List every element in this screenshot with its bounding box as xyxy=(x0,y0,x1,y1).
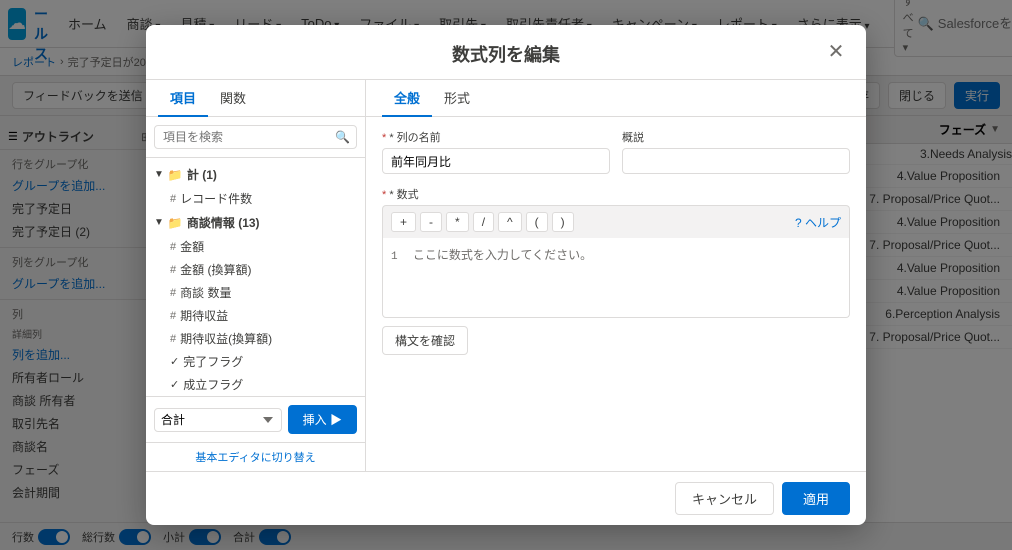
formula-multiply[interactable]: * xyxy=(446,212,469,232)
folder-icon-deal: 📁 xyxy=(168,216,183,230)
modal-search-bar: 🔍 xyxy=(146,117,365,158)
field-amount-converted-label: 金額 (換算額) xyxy=(180,261,251,278)
modal-close-button[interactable]: ✕ xyxy=(822,37,850,65)
field-expected-revenue[interactable]: # 期待収益 xyxy=(146,304,365,327)
form-col-desc: 概説 xyxy=(622,129,850,174)
tab-general[interactable]: 全般 xyxy=(382,80,432,117)
field-expected-revenue-conv-label: 期待収益(換算額) xyxy=(180,330,272,347)
field-amount-converted[interactable]: # 金額 (換算額) xyxy=(146,258,365,281)
field-group-deal-info[interactable]: ▼ 📁 商談情報 (13) xyxy=(146,210,365,235)
modal-footer: キャンセル 適用 xyxy=(146,471,866,525)
insert-button[interactable]: 挿入 ▶ xyxy=(288,405,357,434)
field-group-count[interactable]: ▼ 📁 計 (1) xyxy=(146,162,365,187)
field-record-count-label: レコード件数 xyxy=(180,190,252,207)
field-complete-flag[interactable]: ✓ 完了フラグ xyxy=(146,350,365,373)
field-search-input[interactable] xyxy=(154,125,357,149)
modal-right-body: * * 列の名前 概説 * * 数式 xyxy=(366,117,866,471)
field-expected-revenue-conv[interactable]: # 期待収益(換算額) xyxy=(146,327,365,350)
formula-divide[interactable]: / xyxy=(473,212,494,232)
verify-button[interactable]: 構文を確認 xyxy=(382,326,468,355)
tab-format[interactable]: 形式 xyxy=(432,80,482,117)
cancel-button[interactable]: キャンセル xyxy=(675,482,774,515)
field-amount-label: 金額 xyxy=(180,238,204,255)
description-input[interactable] xyxy=(622,148,850,174)
formula-editor[interactable]: 1 ここに数式を入力してください。 xyxy=(382,238,850,318)
modal-body: 項目 関数 🔍 ▼ 📁 計 (1) # レコード件数 xyxy=(146,80,866,471)
field-search-icon: 🔍 xyxy=(335,130,350,144)
formula-label: * * 数式 xyxy=(382,186,850,202)
field-won-flag-label: 成立フラグ xyxy=(183,376,243,393)
field-expected-revenue-label: 期待収益 xyxy=(180,307,228,324)
folder-icon-count: 📁 xyxy=(168,168,183,182)
modal-left-footer: 合計 平均 最大 最小 件数 挿入 ▶ xyxy=(146,396,365,442)
formula-line-1: 1 xyxy=(391,251,398,263)
formula-toolbar: + - * / ^ ( ) ヘルプ xyxy=(382,205,850,238)
hash-icon-amount: # xyxy=(170,241,176,253)
expand-arrow-deal: ▼ xyxy=(154,217,164,228)
field-record-count[interactable]: # レコード件数 xyxy=(146,187,365,210)
column-name-label: * * 列の名前 xyxy=(382,129,610,145)
modal-right-panel: 全般 形式 * * 列の名前 概説 xyxy=(366,80,866,471)
form-row-name-desc: * * 列の名前 概説 xyxy=(382,129,850,174)
modal-header: 数式列を編集 ✕ xyxy=(146,25,866,80)
check-icon-complete: ✓ xyxy=(170,355,179,368)
modal-title: 数式列を編集 xyxy=(452,45,560,65)
field-deal-quantity-label: 商談 数量 xyxy=(180,284,231,301)
formula-placeholder: ここに数式を入力してください。 xyxy=(413,249,592,263)
formula-plus[interactable]: + xyxy=(391,212,416,232)
basic-editor-link[interactable]: 基本エディタに切り替え xyxy=(146,442,365,471)
expand-arrow-count: ▼ xyxy=(154,169,164,180)
formula-close-paren[interactable]: ) xyxy=(552,212,574,232)
field-group-deal-label: 商談情報 (13) xyxy=(187,214,260,231)
check-icon-won: ✓ xyxy=(170,378,179,391)
formula-modal: 数式列を編集 ✕ 項目 関数 🔍 ▼ 📁 計 ( xyxy=(146,25,866,525)
field-complete-flag-label: 完了フラグ xyxy=(183,353,243,370)
field-won-flag[interactable]: ✓ 成立フラグ xyxy=(146,373,365,396)
hash-icon-rev: # xyxy=(170,310,176,322)
formula-help-link[interactable]: ヘルプ xyxy=(795,214,841,231)
modal-left-tabs: 項目 関数 xyxy=(146,80,365,117)
form-group-formula: * * 数式 + - * / ^ ( ) ヘルプ xyxy=(382,186,850,355)
description-label: 概説 xyxy=(622,129,850,145)
hash-icon-rev-conv: # xyxy=(170,333,176,345)
tab-fields[interactable]: 項目 xyxy=(158,80,208,117)
hash-icon-record: # xyxy=(170,193,176,205)
formula-minus[interactable]: - xyxy=(420,212,442,232)
apply-button[interactable]: 適用 xyxy=(782,482,850,515)
modal-right-tabs: 全般 形式 xyxy=(366,80,866,117)
formula-power[interactable]: ^ xyxy=(498,212,522,232)
column-name-input[interactable] xyxy=(382,148,610,174)
hash-icon-amount-conv: # xyxy=(170,264,176,276)
hash-icon-qty: # xyxy=(170,287,176,299)
aggregate-select[interactable]: 合計 平均 最大 最小 件数 xyxy=(154,408,282,432)
field-group-count-label: 計 (1) xyxy=(187,166,217,183)
form-col-name: * * 列の名前 xyxy=(382,129,610,174)
field-amount[interactable]: # 金額 xyxy=(146,235,365,258)
modal-overlay: 数式列を編集 ✕ 項目 関数 🔍 ▼ 📁 計 ( xyxy=(0,0,1012,550)
field-deal-quantity[interactable]: # 商談 数量 xyxy=(146,281,365,304)
tab-functions[interactable]: 関数 xyxy=(208,80,258,117)
field-list: ▼ 📁 計 (1) # レコード件数 ▼ 📁 商談情報 (13) xyxy=(146,158,365,396)
modal-left-panel: 項目 関数 🔍 ▼ 📁 計 (1) # レコード件数 xyxy=(146,80,366,471)
formula-open-paren[interactable]: ( xyxy=(526,212,548,232)
